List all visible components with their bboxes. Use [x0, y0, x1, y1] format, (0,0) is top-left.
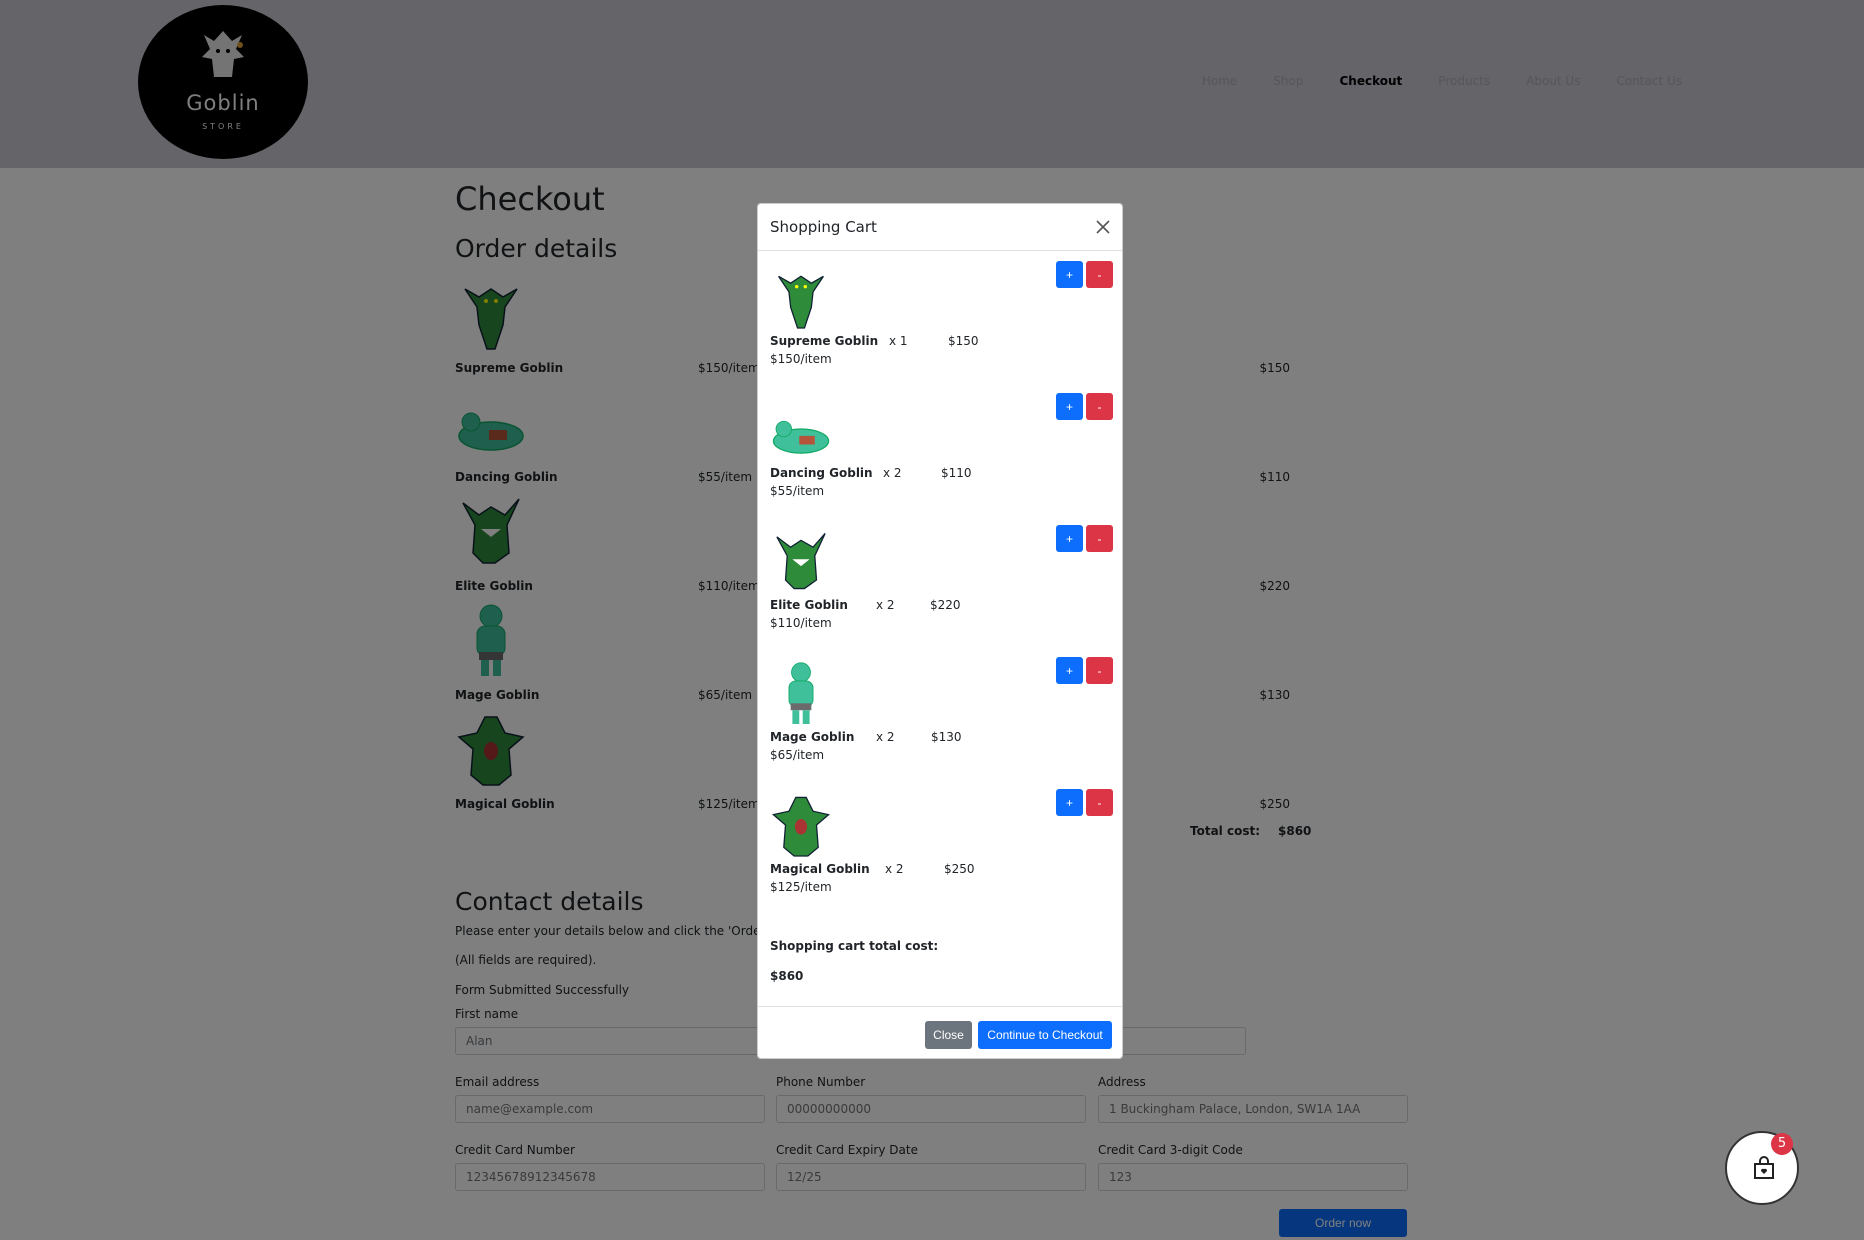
cart-total-value: $860 [770, 969, 804, 983]
goblin-image [788, 662, 814, 724]
cart-total-label: Shopping cart total cost: [770, 939, 939, 953]
decrease-quantity-button[interactable]: - [1086, 261, 1113, 288]
cart-item-subtotal: $220 [930, 598, 961, 612]
increase-quantity-button[interactable]: + [1056, 261, 1083, 288]
cart-item-unit-price: $125/item [770, 880, 832, 894]
modal-header: Shopping Cart [758, 204, 1122, 251]
cart-item-quantity: x 2 [885, 862, 904, 876]
close-button[interactable]: Close [925, 1021, 972, 1049]
modal-close-button[interactable] [1092, 216, 1114, 238]
decrease-quantity-button[interactable]: - [1086, 393, 1113, 420]
increase-quantity-button[interactable]: + [1056, 789, 1083, 816]
cart-item-unit-price: $65/item [770, 748, 825, 762]
cart-item-quantity: x 2 [876, 598, 895, 612]
cart-item-quantity: x 1 [889, 334, 908, 348]
goblin-image [778, 275, 824, 329]
cart-item-name: Dancing Goblin [770, 466, 873, 480]
decrease-quantity-button[interactable]: - [1086, 525, 1113, 552]
goblin-image [776, 533, 826, 590]
cart-item-subtotal: $130 [931, 730, 962, 744]
increase-quantity-button[interactable]: + [1056, 393, 1083, 420]
goblin-image [772, 796, 830, 857]
cart-item: Mage Goblin $65/item x 2 $130 + - [758, 647, 1122, 779]
cart-item-subtotal: $250 [944, 862, 975, 876]
cart-item-subtotal: $110 [941, 466, 972, 480]
cart-item-quantity: x 2 [876, 730, 895, 744]
decrease-quantity-button[interactable]: - [1086, 789, 1113, 816]
cart-item-unit-price: $55/item [770, 484, 825, 498]
increase-quantity-button[interactable]: + [1056, 525, 1083, 552]
cart-item-name: Mage Goblin [770, 730, 855, 744]
close-icon [1096, 220, 1110, 234]
cart-item-subtotal: $150 [948, 334, 979, 348]
cart-item-name: Magical Goblin [770, 862, 870, 876]
goblin-image [772, 420, 830, 454]
cart-item-name: Supreme Goblin [770, 334, 879, 348]
increase-quantity-button[interactable]: + [1056, 657, 1083, 684]
cart-item-quantity: x 2 [883, 466, 902, 480]
decrease-quantity-button[interactable]: - [1086, 657, 1113, 684]
cart-count-badge: 5 [1771, 1133, 1793, 1155]
modal-footer: Close Continue to Checkout [758, 1006, 1122, 1060]
continue-to-checkout-button[interactable]: Continue to Checkout [978, 1021, 1112, 1049]
modal-title: Shopping Cart [770, 218, 877, 236]
cart-item-unit-price: $110/item [770, 616, 832, 630]
shopping-cart-modal: Shopping Cart Supreme Goblin $150/item x… [757, 203, 1123, 1059]
cart-item: Elite Goblin $110/item x 2 $220 + - [758, 515, 1122, 647]
cart-item-name: Elite Goblin [770, 598, 848, 612]
cart-item: Magical Goblin $125/item x 2 $250 + - [758, 779, 1122, 911]
shopping-bag-icon [1754, 1156, 1774, 1179]
cart-item-unit-price: $150/item [770, 352, 832, 366]
cart-item: Supreme Goblin $150/item x 1 $150 + - [758, 251, 1122, 383]
cart-item: Dancing Goblin $55/item x 2 $110 + - [758, 383, 1122, 515]
